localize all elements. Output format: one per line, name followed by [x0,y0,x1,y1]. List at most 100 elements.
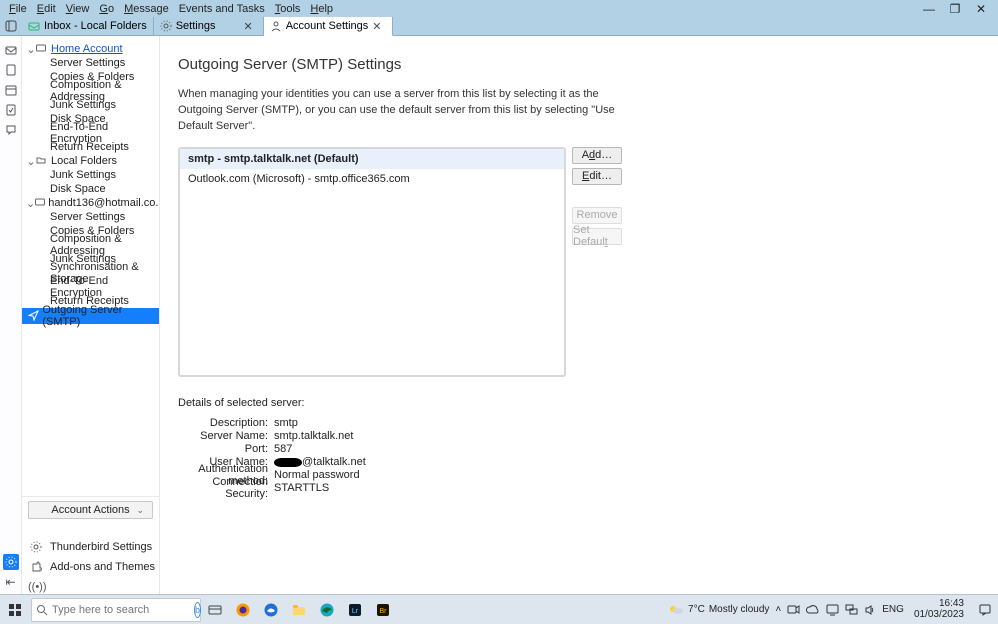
onedrive-icon[interactable] [806,605,820,615]
inbox-icon [28,20,40,32]
thunderbird-settings-link[interactable]: Thunderbird Settings [22,537,159,557]
tree-item[interactable]: Disk Space [22,182,159,196]
tab-settings[interactable]: Settings ✕ [154,17,264,35]
tree-item[interactable]: Server Settings [22,210,159,224]
send-icon [28,310,39,322]
account-icon [270,20,282,32]
calendar-space-icon[interactable] [3,82,19,98]
app-firefox-icon[interactable] [230,599,256,621]
tree-account-hotmail-label: handt136@hotmail.co.uk [48,197,159,209]
menu-help[interactable]: Help [305,3,338,15]
account-tree: ⌄ Home Account Server Settings Copies & … [22,36,160,594]
taskbar-clock[interactable]: 16:43 01/03/2023 [910,599,968,620]
spaces-rail: ⇤ [0,36,22,594]
taskbar-search[interactable]: b [31,598,201,622]
tab-inbox[interactable]: Inbox - Local Folders [22,17,154,35]
tree-account-local-label: Local Folders [51,155,117,167]
page-description: When managing your identities you can us… [178,87,628,135]
app-explorer-icon[interactable] [286,599,312,621]
tree-account-local[interactable]: ⌄ Local Folders [22,154,159,168]
mail-account-icon [35,197,45,209]
menubar: File Edit View Go Message Events and Tas… [0,0,998,17]
menu-file[interactable]: File [4,3,32,15]
chevron-down-icon[interactable]: ⌄ [26,43,36,56]
tab-account-settings-label: Account Settings [286,20,369,32]
account-actions-label: Account Actions [51,504,129,516]
smtp-server-item[interactable]: Outlook.com (Microsoft) - smtp.office365… [180,169,564,189]
gear-icon [30,541,44,553]
menu-message[interactable]: Message [119,3,174,15]
menu-go[interactable]: Go [94,3,119,15]
meet-now-icon[interactable] [787,603,800,616]
add-button[interactable]: Add… [572,147,622,164]
gear-icon [160,20,172,32]
detail-security: STARTTLS [274,482,329,494]
app-thunderbird-icon[interactable] [258,599,284,621]
tree-account-hotmail[interactable]: ⌄ handt136@hotmail.co.uk [22,196,159,210]
smtp-server-item[interactable]: smtp - smtp.talktalk.net (Default) [180,149,564,169]
page-title: Outgoing Server (SMTP) Settings [178,56,978,73]
tree-account-home-label: Home Account [51,43,123,55]
wifi-status-icon[interactable]: ((•)) [22,581,159,594]
chevron-down-icon: ⌄ [136,505,144,516]
task-view-icon[interactable] [202,599,228,621]
weather-widget[interactable]: 7°C Mostly cloudy [668,603,769,617]
app-lightroom-icon[interactable]: Lr [342,599,368,621]
network-icon[interactable] [826,603,839,616]
addons-link[interactable]: Add-ons and Themes [22,557,159,577]
set-default-button[interactable]: Set Default [572,228,622,245]
app-bridge-icon[interactable]: Br [370,599,396,621]
smtp-server-list[interactable]: smtp - smtp.talktalk.net (Default) Outlo… [178,147,566,377]
action-center-icon[interactable] [974,603,996,617]
bing-icon[interactable]: b [194,602,201,618]
folder-icon [36,155,48,167]
tab-account-settings-close[interactable]: ✕ [368,20,385,33]
close-window-button[interactable]: ✕ [968,2,994,16]
tree-item[interactable]: Composition & Addressing [22,84,159,98]
tray-chevron-icon[interactable]: ˄ [775,604,781,615]
app-edge-icon[interactable] [314,599,340,621]
volume-icon[interactable] [864,604,876,616]
mail-account-icon [36,43,48,55]
remove-button[interactable]: Remove [572,207,622,224]
menu-view[interactable]: View [61,3,95,15]
tree-smtp[interactable]: Outgoing Server (SMTP) [22,308,159,324]
edit-button[interactable]: Edit… [572,168,622,185]
detail-username: @talktalk.net [274,456,366,468]
chevron-down-icon[interactable]: ⌄ [26,197,35,210]
account-actions-button[interactable]: Account Actions ⌄ [28,501,153,519]
maximize-button[interactable]: ❐ [942,2,968,16]
taskbar-search-input[interactable] [52,604,194,616]
menu-tools[interactable]: Tools [270,3,306,15]
tree-item[interactable]: Server Settings [22,56,159,70]
language-indicator[interactable]: ENG [882,604,904,615]
mail-space-icon[interactable] [3,42,19,58]
collapse-rail-icon[interactable]: ⇤ [3,574,19,590]
puzzle-icon [30,561,44,573]
minimize-button[interactable]: — [916,2,942,16]
detail-auth: Normal password [274,469,360,481]
tree-account-home[interactable]: ⌄ Home Account [22,42,159,56]
chevron-down-icon[interactable]: ⌄ [26,155,36,168]
tree-item[interactable]: End-To-End Encryption [22,280,159,294]
tab-settings-close[interactable]: ✕ [240,20,257,33]
start-button[interactable] [0,595,30,624]
tab-account-settings[interactable]: Account Settings ✕ [264,17,393,36]
tab-settings-label: Settings [176,20,240,32]
tree-item[interactable]: End-To-End Encryption [22,126,159,140]
spaces-toggle-icon[interactable] [0,17,22,35]
server-details: Description:smtp Server Name:smtp.talkta… [178,417,978,495]
tree-item[interactable]: Junk Settings [22,168,159,182]
tasks-space-icon[interactable] [3,102,19,118]
svg-text:Lr: Lr [352,608,359,615]
tree-item[interactable]: Composition & Addressing [22,238,159,252]
details-heading: Details of selected server: [178,397,978,409]
menu-edit[interactable]: Edit [32,3,61,15]
chat-space-icon[interactable] [3,122,19,138]
tree-footer: Account Actions ⌄ Thunderbird Settings A… [22,496,159,594]
menu-events[interactable]: Events and Tasks [174,3,270,15]
addressbook-space-icon[interactable] [3,62,19,78]
tab-strip: Inbox - Local Folders Settings ✕ Account… [0,17,998,36]
project-icon[interactable] [845,603,858,616]
settings-space-icon[interactable] [3,554,19,570]
